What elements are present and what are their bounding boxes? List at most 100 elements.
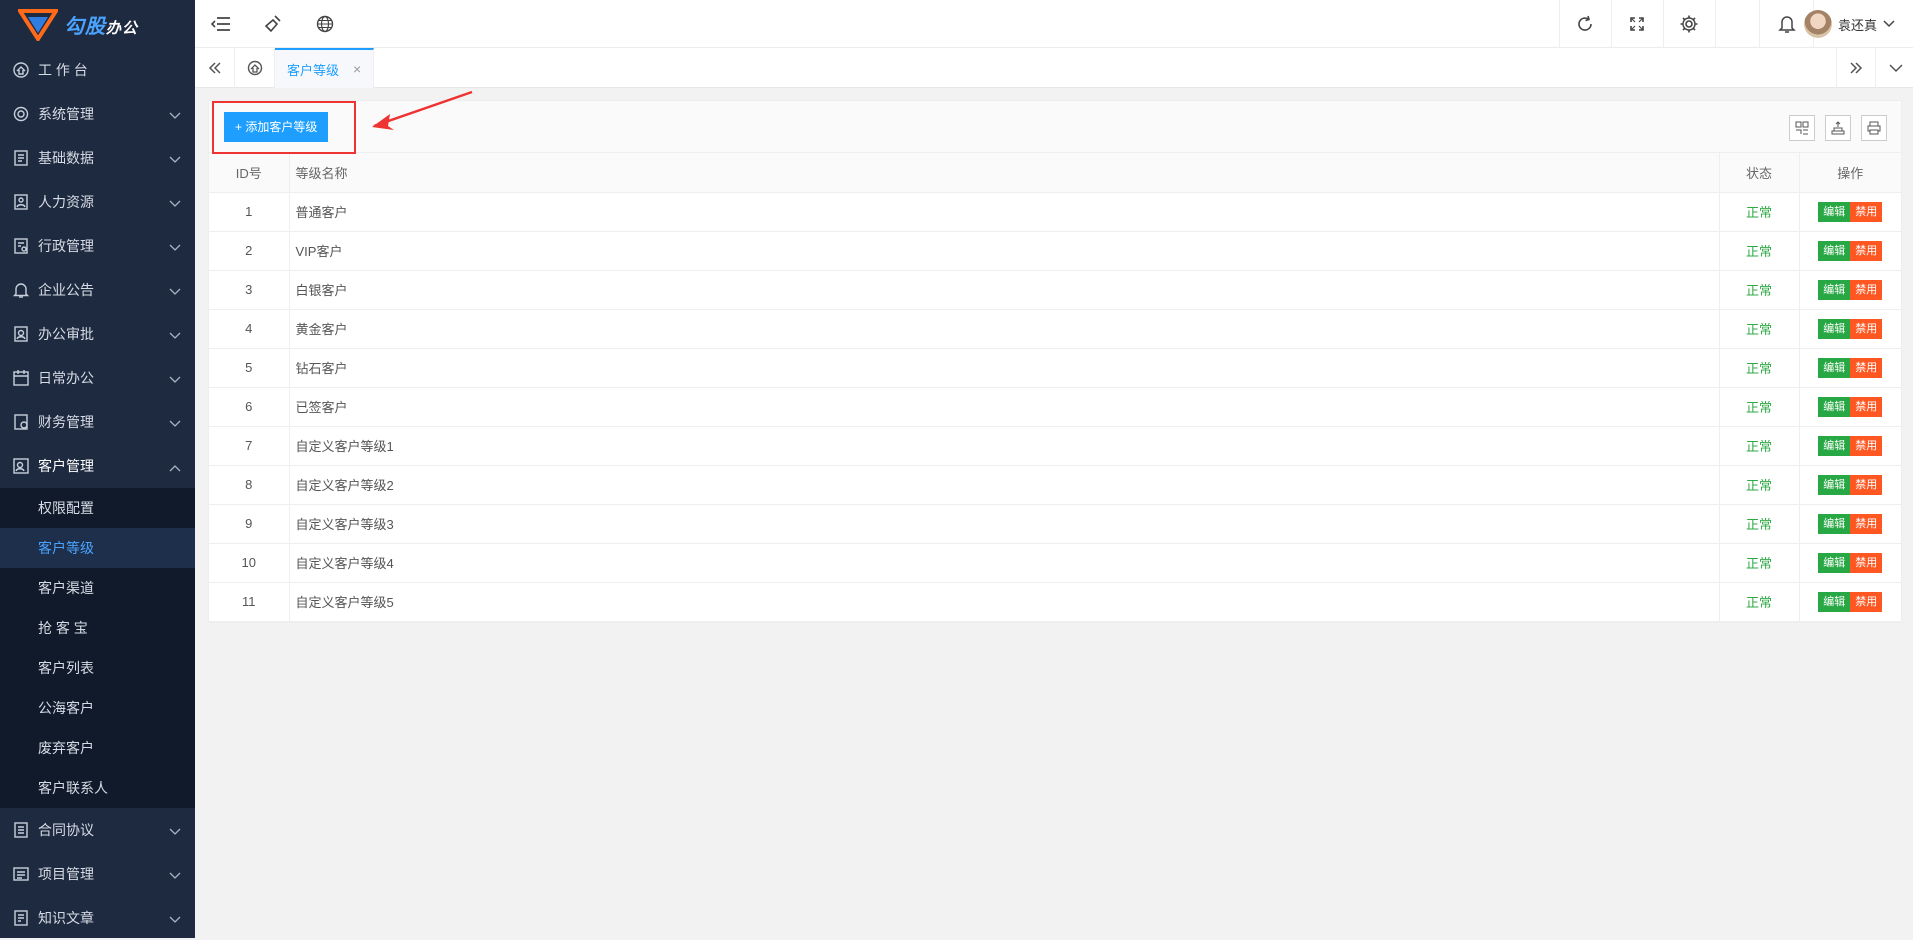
cell-id: 5 bbox=[209, 348, 290, 388]
chevron-down-icon bbox=[169, 911, 181, 927]
sidebar-item-admin[interactable]: 行政管理 bbox=[0, 224, 195, 268]
table-row: 6 已签客户 正常 编辑 禁用 bbox=[209, 387, 1901, 427]
submenu-item[interactable]: 客户渠道 bbox=[0, 568, 195, 608]
status-badge: 正常 bbox=[1719, 465, 1800, 505]
table-row: 8 自定义客户等级2 正常 编辑 禁用 bbox=[209, 465, 1901, 505]
cell-name: VIP客户 bbox=[289, 231, 1720, 271]
edit-button[interactable]: 编辑 bbox=[1818, 201, 1851, 222]
print-icon[interactable] bbox=[1861, 115, 1887, 141]
disable-button[interactable]: 禁用 bbox=[1850, 318, 1883, 339]
sidebar-item-settings[interactable]: 系统管理 bbox=[0, 92, 195, 136]
status-badge: 正常 bbox=[1719, 348, 1800, 388]
edit-button[interactable]: 编辑 bbox=[1818, 513, 1851, 534]
sidebar-item-article[interactable]: 知识文章 bbox=[0, 896, 195, 940]
header-status[interactable]: 状态 bbox=[1719, 153, 1800, 193]
status-badge: 正常 bbox=[1719, 543, 1800, 583]
tab-home-icon[interactable] bbox=[235, 48, 275, 88]
edit-button[interactable]: 编辑 bbox=[1818, 240, 1851, 261]
disable-button[interactable]: 禁用 bbox=[1850, 552, 1883, 573]
add-customer-level-button[interactable]: + 添加客户等级 bbox=[224, 112, 329, 142]
table-row: 9 自定义客户等级3 正常 编辑 禁用 bbox=[209, 504, 1901, 544]
edit-button[interactable]: 编辑 bbox=[1818, 474, 1851, 495]
submenu-item[interactable]: 客户等级 bbox=[0, 528, 195, 568]
edit-button[interactable]: 编辑 bbox=[1818, 552, 1851, 573]
disable-button[interactable]: 禁用 bbox=[1850, 240, 1883, 261]
sidebar-item-label: 日常办公 bbox=[38, 370, 94, 386]
cell-id: 8 bbox=[209, 465, 290, 505]
edit-button[interactable]: 编辑 bbox=[1818, 318, 1851, 339]
submenu-item[interactable]: 权限配置 bbox=[0, 488, 195, 528]
customer-level-table: ID号 等级名称 状态 操作 1 普通客户 正常 编辑 禁用 2 VIP客户 正常 编辑 禁用 3 白… bbox=[209, 153, 1901, 622]
chevron-down-icon bbox=[169, 107, 181, 123]
sidebar-item-bell[interactable]: 企业公告 bbox=[0, 268, 195, 312]
gear-icon[interactable] bbox=[1663, 0, 1715, 48]
disable-button[interactable]: 禁用 bbox=[1850, 279, 1883, 300]
disable-button[interactable]: 禁用 bbox=[1850, 513, 1883, 534]
export-icon[interactable] bbox=[1825, 115, 1851, 141]
disable-button[interactable]: 禁用 bbox=[1850, 474, 1883, 495]
cell-name: 自定义客户等级3 bbox=[289, 504, 1720, 544]
header-ops: 操作 bbox=[1799, 153, 1901, 193]
sidebar-item-label: 客户管理 bbox=[38, 458, 94, 474]
sidebar-item-finance[interactable]: 财务管理 bbox=[0, 400, 195, 444]
edit-button[interactable]: 编辑 bbox=[1818, 357, 1851, 378]
disable-button[interactable]: 禁用 bbox=[1850, 396, 1883, 417]
sidebar-item-contract[interactable]: 合同协议 bbox=[0, 808, 195, 852]
disable-button[interactable]: 禁用 bbox=[1850, 591, 1883, 612]
cell-id: 10 bbox=[209, 543, 290, 583]
cell-name: 钻石客户 bbox=[289, 348, 1720, 388]
menu-toggle-icon[interactable] bbox=[195, 0, 247, 48]
cell-name: 黄金客户 bbox=[289, 309, 1720, 349]
user-menu[interactable]: 袁还真 bbox=[1803, 0, 1895, 48]
status-badge: 正常 bbox=[1719, 270, 1800, 310]
status-badge: 正常 bbox=[1719, 309, 1800, 349]
disable-button[interactable]: 禁用 bbox=[1850, 435, 1883, 456]
submenu-item[interactable]: 客户列表 bbox=[0, 648, 195, 688]
fullscreen-icon[interactable] bbox=[1611, 0, 1663, 48]
sidebar: 勾股办公 工 作 台系统管理 基础数据人力资源行政管理 企业公告 办公审批日常办公财务… bbox=[0, 0, 195, 938]
edit-button[interactable]: 编辑 bbox=[1818, 435, 1851, 456]
cell-id: 2 bbox=[209, 231, 290, 271]
sidebar-item-customer[interactable]: 客户管理 bbox=[0, 444, 195, 488]
cell-name: 自定义客户等级4 bbox=[289, 543, 1720, 583]
submenu-item[interactable]: 客户联系人 bbox=[0, 768, 195, 808]
tabs-scroll-right-icon[interactable] bbox=[1836, 48, 1876, 88]
tabs-scroll-left-icon[interactable] bbox=[195, 48, 235, 88]
globe-icon[interactable] bbox=[299, 0, 351, 48]
submenu-item[interactable]: 抢 客 宝 bbox=[0, 608, 195, 648]
tab-label: 客户等级 bbox=[287, 62, 340, 78]
submenu-item[interactable]: 公海客户 bbox=[0, 688, 195, 728]
sidebar-item-approval[interactable]: 办公审批 bbox=[0, 312, 195, 356]
disable-button[interactable]: 禁用 bbox=[1850, 357, 1883, 378]
table-row: 5 钻石客户 正常 编辑 禁用 bbox=[209, 348, 1901, 388]
sidebar-item-calendar[interactable]: 日常办公 bbox=[0, 356, 195, 400]
app-logo[interactable]: 勾股办公 bbox=[0, 0, 195, 48]
sidebar-item-project[interactable]: 项目管理 bbox=[0, 852, 195, 896]
tab-bar: 客户等级 × bbox=[195, 48, 1913, 88]
status-badge: 正常 bbox=[1719, 231, 1800, 271]
header-name[interactable]: 等级名称 bbox=[289, 153, 1720, 193]
cell-ops: 编辑 禁用 bbox=[1799, 504, 1901, 544]
edit-button[interactable]: 编辑 bbox=[1818, 591, 1851, 612]
refresh-icon[interactable] bbox=[1559, 0, 1611, 48]
header-id[interactable]: ID号 bbox=[209, 153, 290, 193]
submenu-item[interactable]: 废弃客户 bbox=[0, 728, 195, 768]
edit-button[interactable]: 编辑 bbox=[1818, 279, 1851, 300]
tab-customer-level[interactable]: 客户等级 × bbox=[275, 48, 375, 88]
edit-button[interactable]: 编辑 bbox=[1818, 396, 1851, 417]
disable-button[interactable]: 禁用 bbox=[1850, 201, 1883, 222]
chevron-down-icon bbox=[169, 327, 181, 343]
cell-ops: 编辑 禁用 bbox=[1799, 543, 1901, 583]
sidebar-item-dashboard[interactable]: 工 作 台 bbox=[0, 48, 195, 92]
table-header-row: ID号 等级名称 状态 操作 bbox=[209, 153, 1901, 193]
contract-icon bbox=[12, 821, 30, 839]
sidebar-item-label: 人力资源 bbox=[38, 194, 94, 210]
tabs-dropdown-icon[interactable] bbox=[1876, 48, 1913, 88]
sidebar-item-people[interactable]: 人力资源 bbox=[0, 180, 195, 224]
clear-cache-icon[interactable] bbox=[247, 0, 299, 48]
column-filter-icon[interactable] bbox=[1789, 115, 1815, 141]
avatar bbox=[1803, 10, 1832, 38]
tab-close-icon[interactable]: × bbox=[353, 61, 361, 77]
cell-ops: 编辑 禁用 bbox=[1799, 270, 1901, 310]
sidebar-item-database[interactable]: 基础数据 bbox=[0, 136, 195, 180]
